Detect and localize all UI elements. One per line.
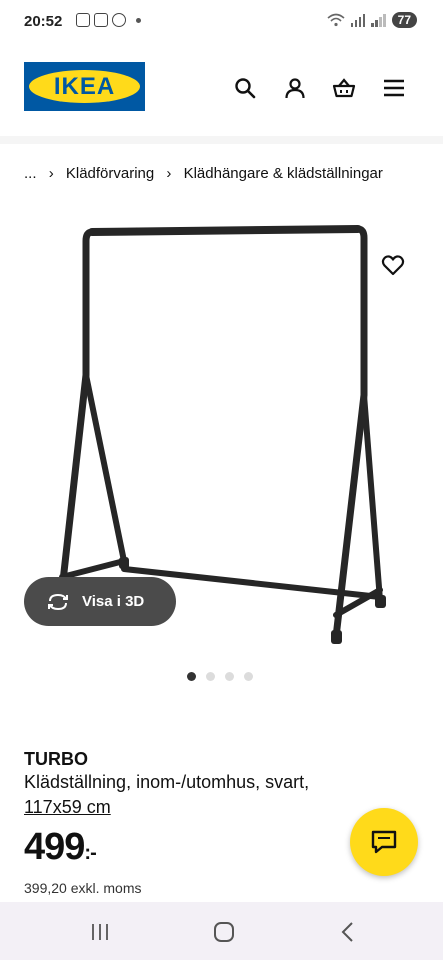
system-nav-bar	[0, 902, 443, 960]
carousel-dot[interactable]	[206, 672, 215, 681]
more-notifications-icon	[136, 17, 141, 23]
price-value: 499	[24, 826, 85, 868]
wifi-icon	[327, 13, 345, 27]
logo-oval: IKEA	[29, 70, 140, 103]
instagram-notification-icon	[94, 13, 108, 27]
view-3d-button[interactable]: Visa i 3D	[24, 577, 176, 626]
battery-icon: 77	[391, 12, 417, 28]
carousel-dot[interactable]	[187, 672, 196, 681]
chat-button[interactable]	[350, 808, 418, 876]
recent-apps-icon[interactable]	[87, 919, 113, 945]
logo-text: IKEA	[53, 72, 116, 100]
signal-icon-2	[371, 13, 386, 27]
product-name: TURBO	[24, 749, 88, 769]
chevron-right-icon: ›	[48, 165, 54, 182]
home-icon[interactable]	[211, 919, 237, 945]
basket-icon[interactable]	[332, 76, 356, 100]
notification-icons	[76, 13, 141, 27]
breadcrumb-item-kladhangare[interactable]: Klädhängare & klädställningar	[184, 165, 383, 182]
chevron-right-icon: ›	[166, 165, 172, 182]
price-suffix: :-	[84, 842, 96, 864]
product-description: Klädställning, inom-/utomhus, svart,	[24, 772, 310, 792]
chat-icon	[371, 830, 397, 854]
breadcrumb-item-kladforvaring[interactable]: Klädförvaring	[66, 165, 154, 182]
threads-notification-icon	[112, 13, 126, 27]
ikea-logo[interactable]: IKEA	[24, 62, 145, 111]
status-bar: 20:52 77	[0, 0, 443, 46]
heart-icon[interactable]	[381, 253, 405, 277]
breadcrumb-ellipsis[interactable]: ...	[24, 165, 37, 182]
breadcrumb: ... › Klädförvaring › Klädhängare & kläd…	[24, 165, 383, 182]
product-size-link[interactable]: 117x59 cm	[24, 797, 111, 818]
system-status: 77	[327, 12, 417, 28]
header: IKEA	[0, 46, 443, 144]
back-icon[interactable]	[335, 919, 361, 945]
gallery-notification-icon	[76, 13, 90, 27]
price-ex-vat: 399,20 exkl. moms	[24, 880, 142, 896]
menu-icon[interactable]	[382, 76, 406, 100]
view-3d-label: Visa i 3D	[82, 593, 145, 610]
signal-icon	[350, 13, 366, 27]
status-time: 20:52	[24, 13, 63, 30]
product-price: 499:-	[24, 826, 97, 869]
carousel-dot[interactable]	[225, 672, 234, 681]
rotate-3d-icon	[48, 593, 68, 610]
carousel-dot[interactable]	[244, 672, 253, 681]
search-icon[interactable]	[233, 76, 257, 100]
image-carousel-dots	[187, 672, 253, 681]
account-icon[interactable]	[283, 76, 307, 100]
